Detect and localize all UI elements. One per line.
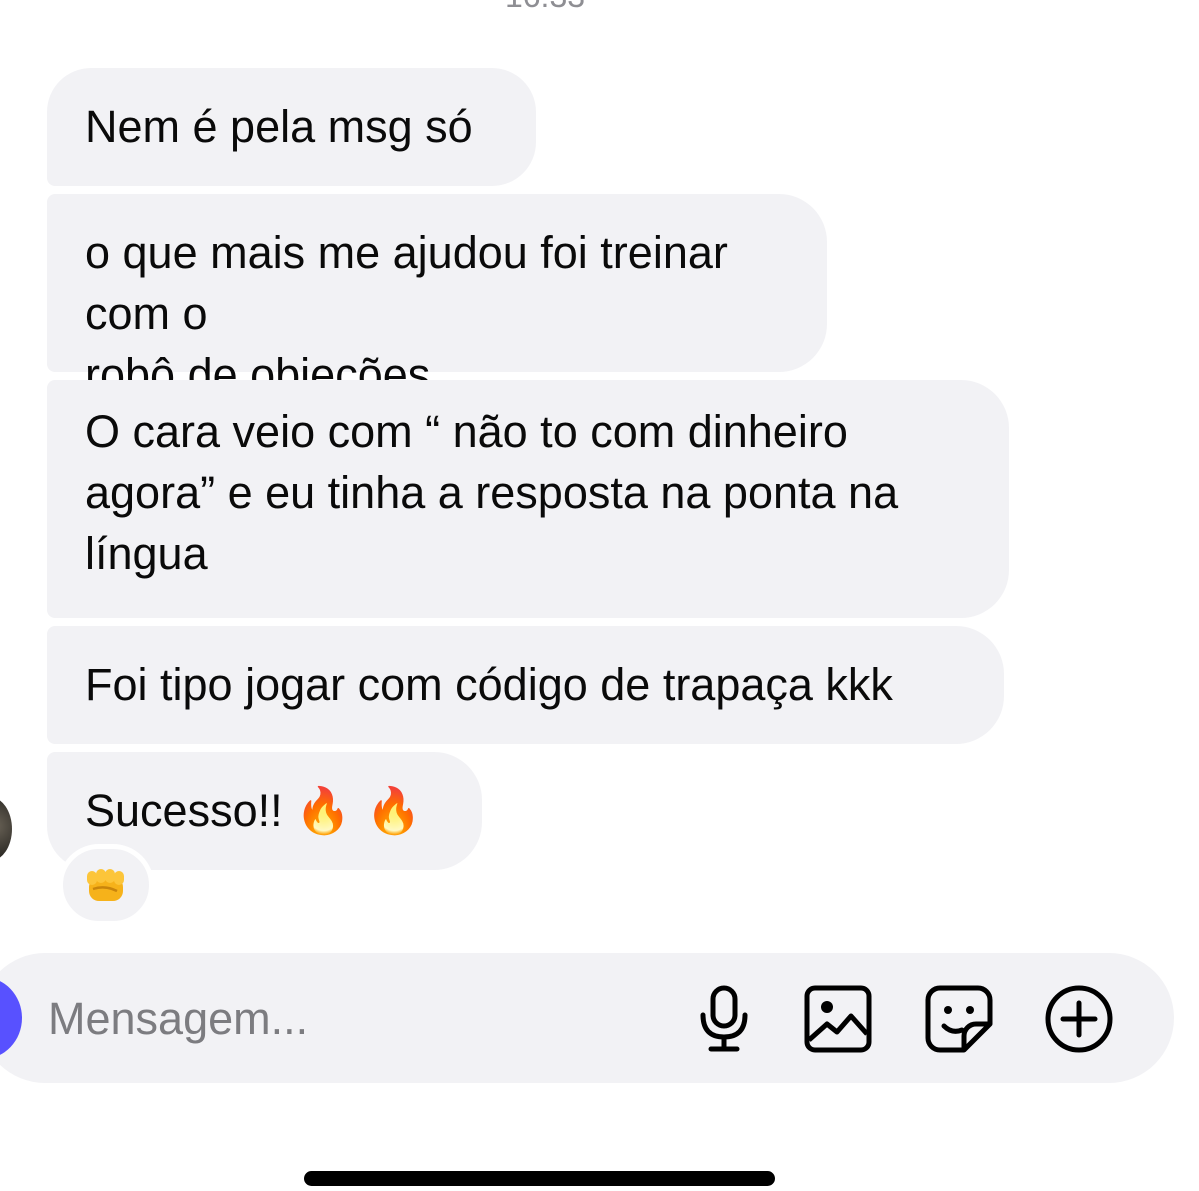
sender-avatar[interactable] [0,797,12,861]
message-text: Nem é pela msg só [85,101,473,152]
microphone-icon [700,985,748,1052]
message-reaction[interactable] [58,844,154,926]
home-indicator[interactable] [304,1171,775,1186]
message-text: Sucesso!! [85,785,296,836]
message-timestamp: 16:33 [0,0,1090,15]
message-text: o que mais me ajudou foi treinar com o r… [85,227,728,400]
oncoming-fist-icon [87,869,124,901]
more-options-button[interactable] [1043,983,1115,1055]
sticker-icon [925,985,993,1053]
message-text: O cara veio com “ não to com dinheiro ag… [85,406,899,579]
message-bubble[interactable]: Nem é pela msg só [47,68,536,186]
image-icon [804,985,872,1053]
message-bubble[interactable]: O cara veio com “ não to com dinheiro ag… [47,380,1009,618]
message-text: Foi tipo jogar com código de trapaça kkk [85,659,893,710]
fire-emoji: 🔥 🔥 [295,784,422,837]
chat-screen: 16:33 Nem é pela msg só o que mais me aj… [0,0,1199,1191]
message-bubble[interactable]: o que mais me ajudou foi treinar com o r… [47,194,827,400]
message-input[interactable] [48,988,648,1050]
plus-circle-icon [1045,985,1113,1053]
gallery-button[interactable] [802,983,874,1055]
sticker-button[interactable] [923,983,995,1055]
message-bubble[interactable]: Foi tipo jogar com código de trapaça kkk [47,626,1004,744]
microphone-button[interactable] [688,983,760,1055]
